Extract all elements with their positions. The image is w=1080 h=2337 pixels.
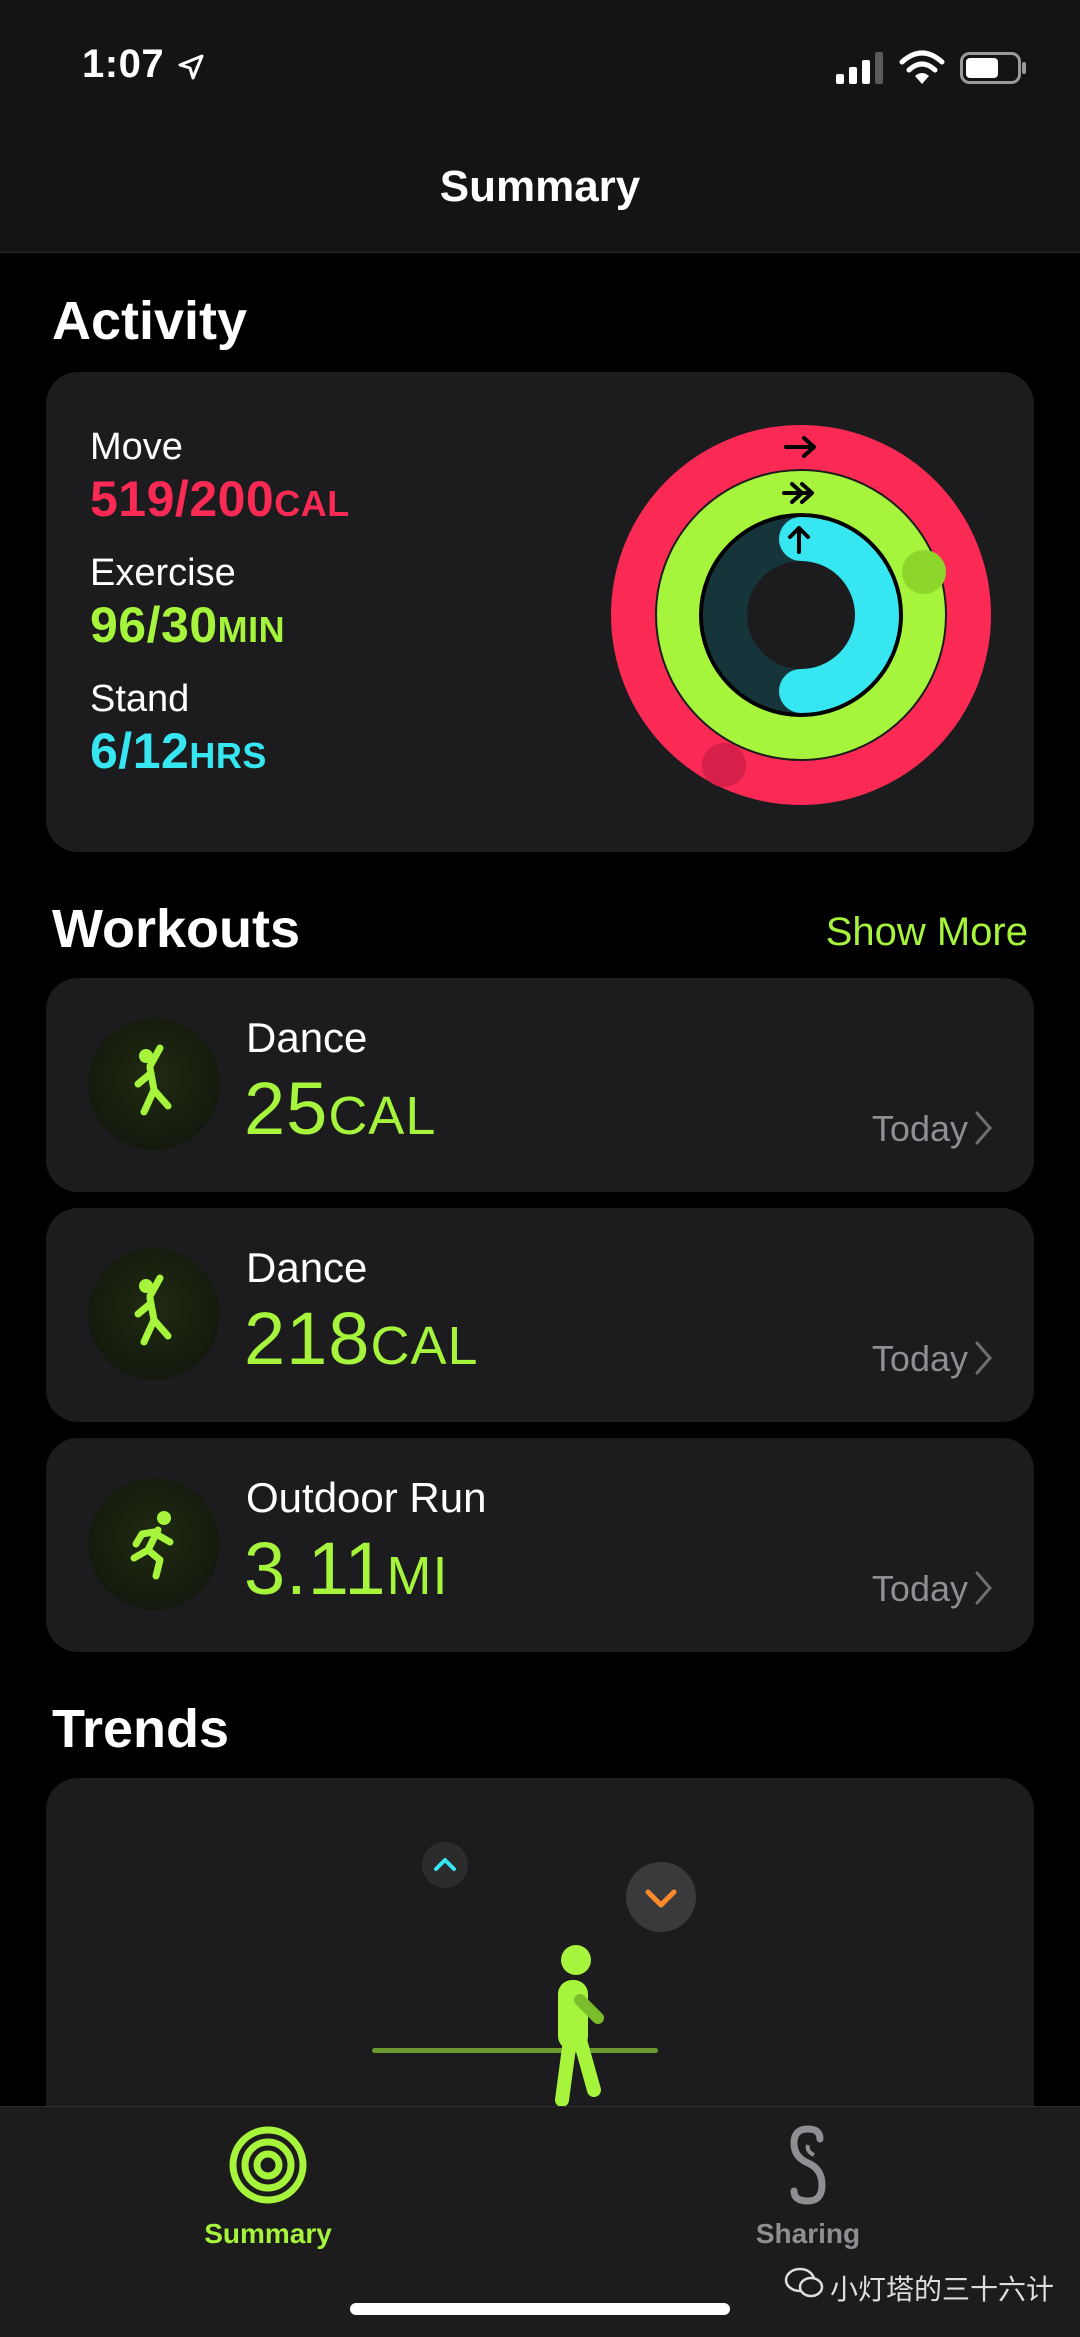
walking-figure-icon xyxy=(555,1945,604,2107)
battery-icon xyxy=(960,52,1026,84)
workout-row[interactable]: Outdoor Run 3.11MI Today xyxy=(46,1438,1034,1652)
tab-sharing-label: Sharing xyxy=(755,2218,861,2249)
workout-name: Outdoor Run xyxy=(246,1474,487,1521)
workout-name: Dance xyxy=(246,1244,368,1291)
tab-sharing[interactable]: Sharing xyxy=(678,2125,938,2250)
wechat-icon xyxy=(784,2267,824,2298)
workout-row[interactable]: Dance 218CAL Today xyxy=(46,1208,1034,1422)
move-value: 519/200CAL xyxy=(90,471,350,527)
chevron-right-icon xyxy=(975,1111,992,1145)
location-arrow-icon xyxy=(178,54,204,80)
workout-date: Today xyxy=(871,1568,968,1609)
move-ring-overlap-shade xyxy=(702,743,746,787)
chevron-right-icon xyxy=(975,1341,992,1375)
tab-summary[interactable]: Summary xyxy=(138,2125,398,2250)
trends-section-title: Trends xyxy=(52,1699,230,1759)
workout-date: Today xyxy=(871,1338,968,1379)
workout-value: 218CAL xyxy=(244,1297,479,1380)
activity-rings xyxy=(611,425,991,805)
workout-name: Dance xyxy=(246,1014,368,1061)
move-label: Move xyxy=(90,426,183,468)
show-more-link[interactable]: Show More xyxy=(826,910,1028,955)
stand-value: 6/12HRS xyxy=(90,723,267,779)
tab-summary-label: Summary xyxy=(204,2218,332,2249)
trend-up-icon xyxy=(422,1842,468,1888)
watermark-text: 小灯塔的三十六计 xyxy=(830,2274,1055,2305)
chevron-right-icon xyxy=(975,1571,992,1605)
top-bar: 1:07 Summary xyxy=(0,0,1080,253)
trend-down-icon xyxy=(626,1862,696,1932)
page-title: Summary xyxy=(439,162,641,211)
exercise-value: 96/30MIN xyxy=(90,597,286,653)
stand-label: Stand xyxy=(90,678,190,720)
status-time: 1:07 xyxy=(82,42,165,86)
run-icon xyxy=(88,1478,220,1610)
workout-value: 25CAL xyxy=(244,1067,437,1150)
workout-row[interactable]: Dance 25CAL Today xyxy=(46,978,1034,1192)
wifi-icon xyxy=(899,50,945,84)
workout-date: Today xyxy=(871,1108,968,1149)
dance-icon xyxy=(88,1248,220,1380)
cellular-signal-icon xyxy=(836,52,883,84)
dance-icon xyxy=(88,1018,220,1150)
stand-ring-progress xyxy=(779,517,899,713)
workout-value: 3.11MI xyxy=(244,1527,449,1610)
summary-rings-icon xyxy=(229,2126,307,2204)
exercise-ring-end-cap xyxy=(902,550,946,594)
workouts-section-title: Workouts xyxy=(52,899,301,959)
activity-section-title: Activity xyxy=(52,291,248,351)
activity-card[interactable]: Move 519/200CAL Exercise 96/30MIN Stand … xyxy=(46,372,1034,852)
trend-baseline xyxy=(372,2048,658,2053)
exercise-label: Exercise xyxy=(90,552,236,594)
sharing-icon xyxy=(790,2125,826,2205)
home-indicator[interactable] xyxy=(350,2303,730,2315)
